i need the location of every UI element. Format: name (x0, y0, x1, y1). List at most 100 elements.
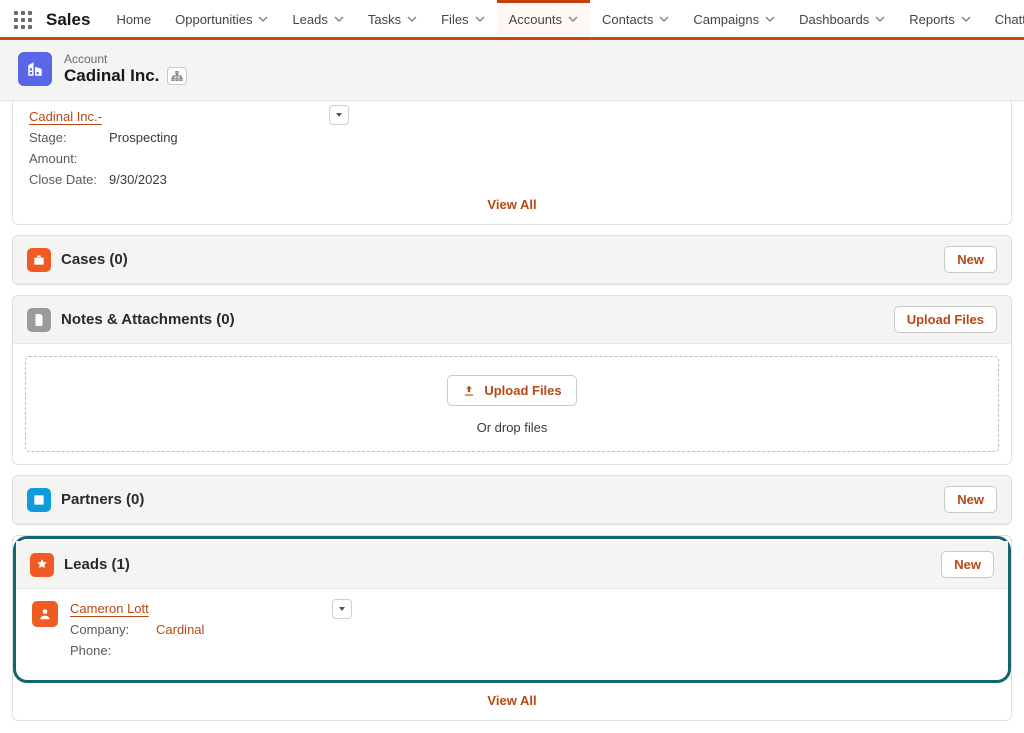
lead-details: Cameron Lott Company: Cardinal Phone: (70, 601, 204, 658)
nav-label: Leads (292, 12, 327, 27)
partners-new-button[interactable]: New (944, 486, 997, 513)
nav-label: Contacts (602, 12, 653, 27)
leads-view-all[interactable]: View All (13, 683, 1011, 720)
record-header: Account Cadinal Inc. (0, 40, 1024, 101)
nav-label: Campaigns (693, 12, 759, 27)
close-date-label: Close Date: (29, 172, 109, 187)
drop-text: Or drop files (477, 420, 548, 435)
related-lists: Cadinal Inc.- Stage: Prospecting Amount:… (0, 101, 1024, 733)
file-icon (27, 308, 51, 332)
upload-dropzone[interactable]: Upload Files Or drop files (25, 356, 999, 452)
cases-new-button[interactable]: New (944, 246, 997, 273)
company-value[interactable]: Cardinal (156, 622, 204, 637)
nav-label: Files (441, 12, 468, 27)
row-actions-button[interactable] (329, 105, 349, 125)
nav-contacts[interactable]: Contacts (590, 0, 681, 39)
chevron-down-icon[interactable] (475, 12, 485, 27)
lead-fields: Company: Cardinal Phone: (70, 622, 204, 658)
leads-highlight: Leads (1) New Cameron Lott Company: Card… (13, 536, 1011, 683)
account-icon (18, 52, 52, 86)
notes-upload-header-button[interactable]: Upload Files (894, 306, 997, 333)
lead-name-link[interactable]: Cameron Lott (70, 601, 149, 616)
leads-header: Leads (1) New (16, 541, 1008, 589)
leads-title: Leads (1) (30, 553, 130, 577)
partner-icon (27, 488, 51, 512)
opportunity-card: Cadinal Inc.- Stage: Prospecting Amount:… (12, 101, 1012, 225)
nav-label: Dashboards (799, 12, 869, 27)
chevron-down-icon[interactable] (258, 12, 268, 27)
notes-title-text: Notes & Attachments (0) (61, 311, 235, 328)
chevron-down-icon[interactable] (568, 12, 578, 27)
chevron-down-icon[interactable] (765, 12, 775, 27)
chevron-down-icon[interactable] (334, 12, 344, 27)
nav-label: Tasks (368, 12, 401, 27)
chevron-down-icon[interactable] (961, 12, 971, 27)
lead-icon (30, 553, 54, 577)
partners-title: Partners (0) (27, 488, 144, 512)
field-row: Phone: (70, 643, 204, 658)
nav-accent-bar (0, 37, 1024, 40)
stage-label: Stage: (29, 130, 109, 145)
nav-label: Accounts (509, 12, 562, 27)
opportunity-link[interactable]: Cadinal Inc.- (29, 109, 102, 124)
field-row: Amount: (29, 151, 995, 166)
nav-home[interactable]: Home (104, 0, 163, 39)
lead-row-actions-button[interactable] (332, 599, 352, 619)
nav-files[interactable]: Files (429, 0, 496, 39)
nav-reports[interactable]: Reports (897, 0, 983, 39)
caret-down-icon (334, 110, 344, 120)
app-launcher-icon[interactable] (6, 3, 40, 37)
phone-label: Phone: (70, 643, 140, 658)
nav-opportunities[interactable]: Opportunities (163, 0, 280, 39)
upload-icon (462, 384, 476, 398)
global-nav: Sales Home Opportunities Leads Tasks Fil… (0, 0, 1024, 40)
opportunity-row: Cadinal Inc.- Stage: Prospecting Amount:… (13, 101, 1011, 187)
case-icon (27, 248, 51, 272)
field-row: Stage: Prospecting (29, 130, 995, 145)
notes-title: Notes & Attachments (0) (27, 308, 235, 332)
amount-label: Amount: (29, 151, 109, 166)
partners-header: Partners (0) New (13, 476, 1011, 524)
lead-row: Cameron Lott Company: Cardinal Phone: (16, 589, 1008, 672)
nav-campaigns[interactable]: Campaigns (681, 0, 787, 39)
nav-label: Chatter (995, 12, 1024, 27)
hierarchy-button[interactable] (167, 67, 187, 85)
nav-accounts[interactable]: Accounts (497, 0, 590, 39)
nav-label: Reports (909, 12, 955, 27)
upload-files-label: Upload Files (484, 383, 561, 398)
chevron-down-icon[interactable] (407, 12, 417, 27)
hierarchy-icon (171, 71, 183, 81)
nav-label: Opportunities (175, 12, 252, 27)
nav-label: Home (116, 12, 151, 27)
stage-value: Prospecting (109, 130, 178, 145)
close-date-value: 9/30/2023 (109, 172, 167, 187)
nav-tasks[interactable]: Tasks (356, 0, 429, 39)
leads-new-button[interactable]: New (941, 551, 994, 578)
field-row: Company: Cardinal (70, 622, 204, 637)
opportunities-view-all[interactable]: View All (13, 187, 1011, 224)
cases-title: Cases (0) (27, 248, 128, 272)
leads-title-text: Leads (1) (64, 556, 130, 573)
cases-card: Cases (0) New (12, 235, 1012, 285)
nav-chatter[interactable]: Chatter (983, 0, 1024, 39)
caret-down-icon (337, 604, 347, 614)
partners-title-text: Partners (0) (61, 491, 144, 508)
chevron-down-icon[interactable] (875, 12, 885, 27)
field-row: Close Date: 9/30/2023 (29, 172, 995, 187)
entity-name-text: Cadinal Inc. (64, 66, 159, 86)
record-title-block: Account Cadinal Inc. (64, 52, 187, 86)
upload-files-button[interactable]: Upload Files (447, 375, 576, 406)
nav-dashboards[interactable]: Dashboards (787, 0, 897, 39)
cases-title-text: Cases (0) (61, 251, 128, 268)
notes-header: Notes & Attachments (0) Upload Files (13, 296, 1011, 344)
chevron-down-icon[interactable] (659, 12, 669, 27)
partners-card: Partners (0) New (12, 475, 1012, 525)
company-label: Company: (70, 622, 140, 637)
notes-card: Notes & Attachments (0) Upload Files Upl… (12, 295, 1012, 465)
entity-name: Cadinal Inc. (64, 66, 187, 86)
leads-card: Leads (1) New Cameron Lott Company: Card… (12, 535, 1012, 721)
nav-leads[interactable]: Leads (280, 0, 355, 39)
lead-record-icon (32, 601, 58, 627)
app-name: Sales (46, 10, 90, 30)
entity-type-label: Account (64, 52, 187, 66)
